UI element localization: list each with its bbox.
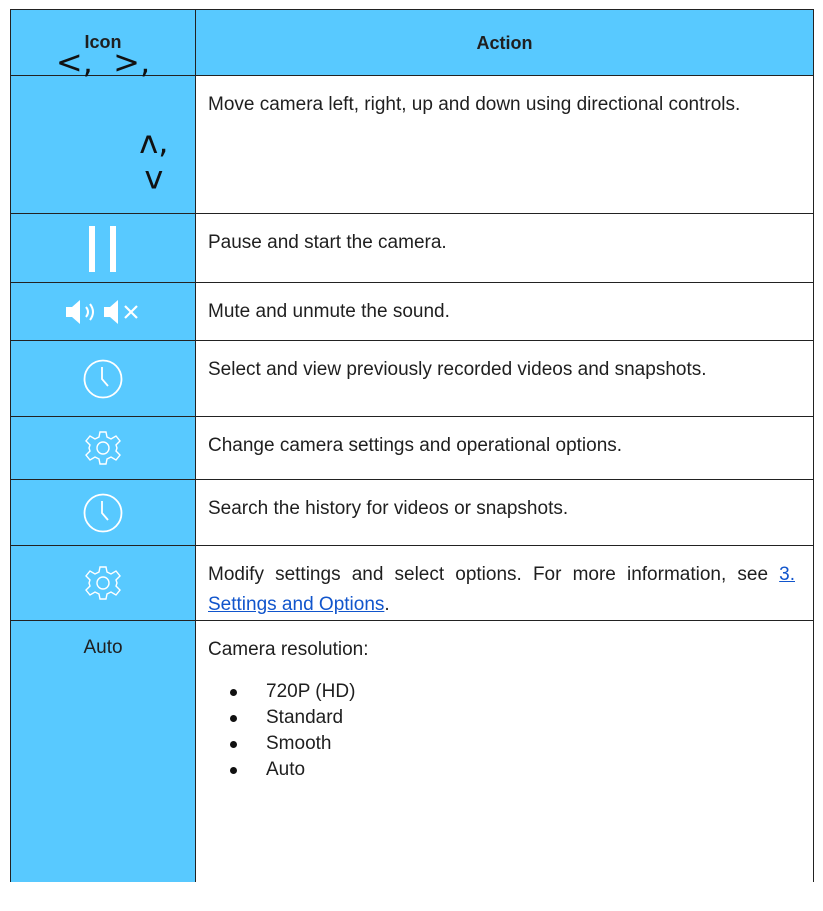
list-item: Smooth bbox=[208, 731, 795, 757]
icon-cell bbox=[11, 214, 196, 282]
icon-cell bbox=[11, 341, 196, 416]
list-item: 720P (HD) bbox=[208, 679, 795, 705]
table-row: Search the history for videos or snapsho… bbox=[11, 480, 813, 546]
gear-icon[interactable] bbox=[83, 563, 123, 603]
action-cell: Move camera left, right, up and down usi… bbox=[208, 94, 741, 115]
table-row: Auto Camera resolution: 720P (HD) Standa… bbox=[11, 621, 813, 882]
icon-cell: Auto bbox=[11, 621, 196, 882]
clock-icon[interactable] bbox=[82, 492, 124, 534]
action-cell: Mute and unmute the sound. bbox=[208, 301, 450, 322]
speaker-mute-icon[interactable] bbox=[63, 297, 143, 327]
down-arrow-glyph: ʌ bbox=[144, 162, 164, 201]
action-cell: Modify settings and select options. For … bbox=[196, 546, 813, 620]
action-cell: Change camera settings and operational o… bbox=[208, 435, 623, 456]
icon-cell: <, >, ʌ, ʌ bbox=[11, 43, 196, 213]
list-item: Standard bbox=[208, 705, 795, 731]
table-row: Modify settings and select options. For … bbox=[11, 546, 813, 621]
icon-action-table: Icon Action <, >, ʌ, ʌ Move camera left,… bbox=[10, 9, 814, 882]
icon-cell bbox=[11, 546, 196, 620]
auto-resolution-label[interactable]: Auto bbox=[83, 637, 122, 659]
gear-icon[interactable] bbox=[83, 428, 123, 468]
up-arrow-glyph: ʌ, bbox=[139, 122, 169, 161]
action-cell: Pause and start the camera. bbox=[208, 232, 447, 253]
header-action-column: Action bbox=[196, 10, 813, 75]
table-row: Mute and unmute the sound. bbox=[11, 283, 813, 341]
action-cell: Select and view previously recorded vide… bbox=[208, 359, 707, 380]
directional-arrows-icon[interactable]: <, >, ʌ, ʌ bbox=[38, 42, 169, 242]
action-text-prefix: Modify settings and select options. For … bbox=[208, 564, 780, 585]
directional-glyph-line-1: <, >, bbox=[55, 42, 151, 81]
table-row: Pause and start the camera. bbox=[11, 214, 813, 283]
resolution-options-list: 720P (HD) Standard Smooth Auto bbox=[208, 679, 795, 783]
clock-icon[interactable] bbox=[82, 358, 124, 400]
icon-cell bbox=[11, 417, 196, 479]
list-item: Auto bbox=[208, 757, 795, 783]
action-cell: Search the history for videos or snapsho… bbox=[208, 498, 569, 519]
table-row: <, >, ʌ, ʌ Move camera left, right, up a… bbox=[11, 43, 813, 214]
table-row: Change camera settings and operational o… bbox=[11, 417, 813, 480]
table-row: Select and view previously recorded vide… bbox=[11, 341, 813, 417]
action-text-suffix: . bbox=[384, 594, 390, 615]
resolution-heading: Camera resolution: bbox=[208, 639, 369, 660]
icon-cell bbox=[11, 283, 196, 340]
pause-icon[interactable] bbox=[83, 222, 123, 274]
action-cell: Camera resolution: 720P (HD) Standard Sm… bbox=[196, 621, 813, 882]
icon-cell bbox=[11, 480, 196, 545]
